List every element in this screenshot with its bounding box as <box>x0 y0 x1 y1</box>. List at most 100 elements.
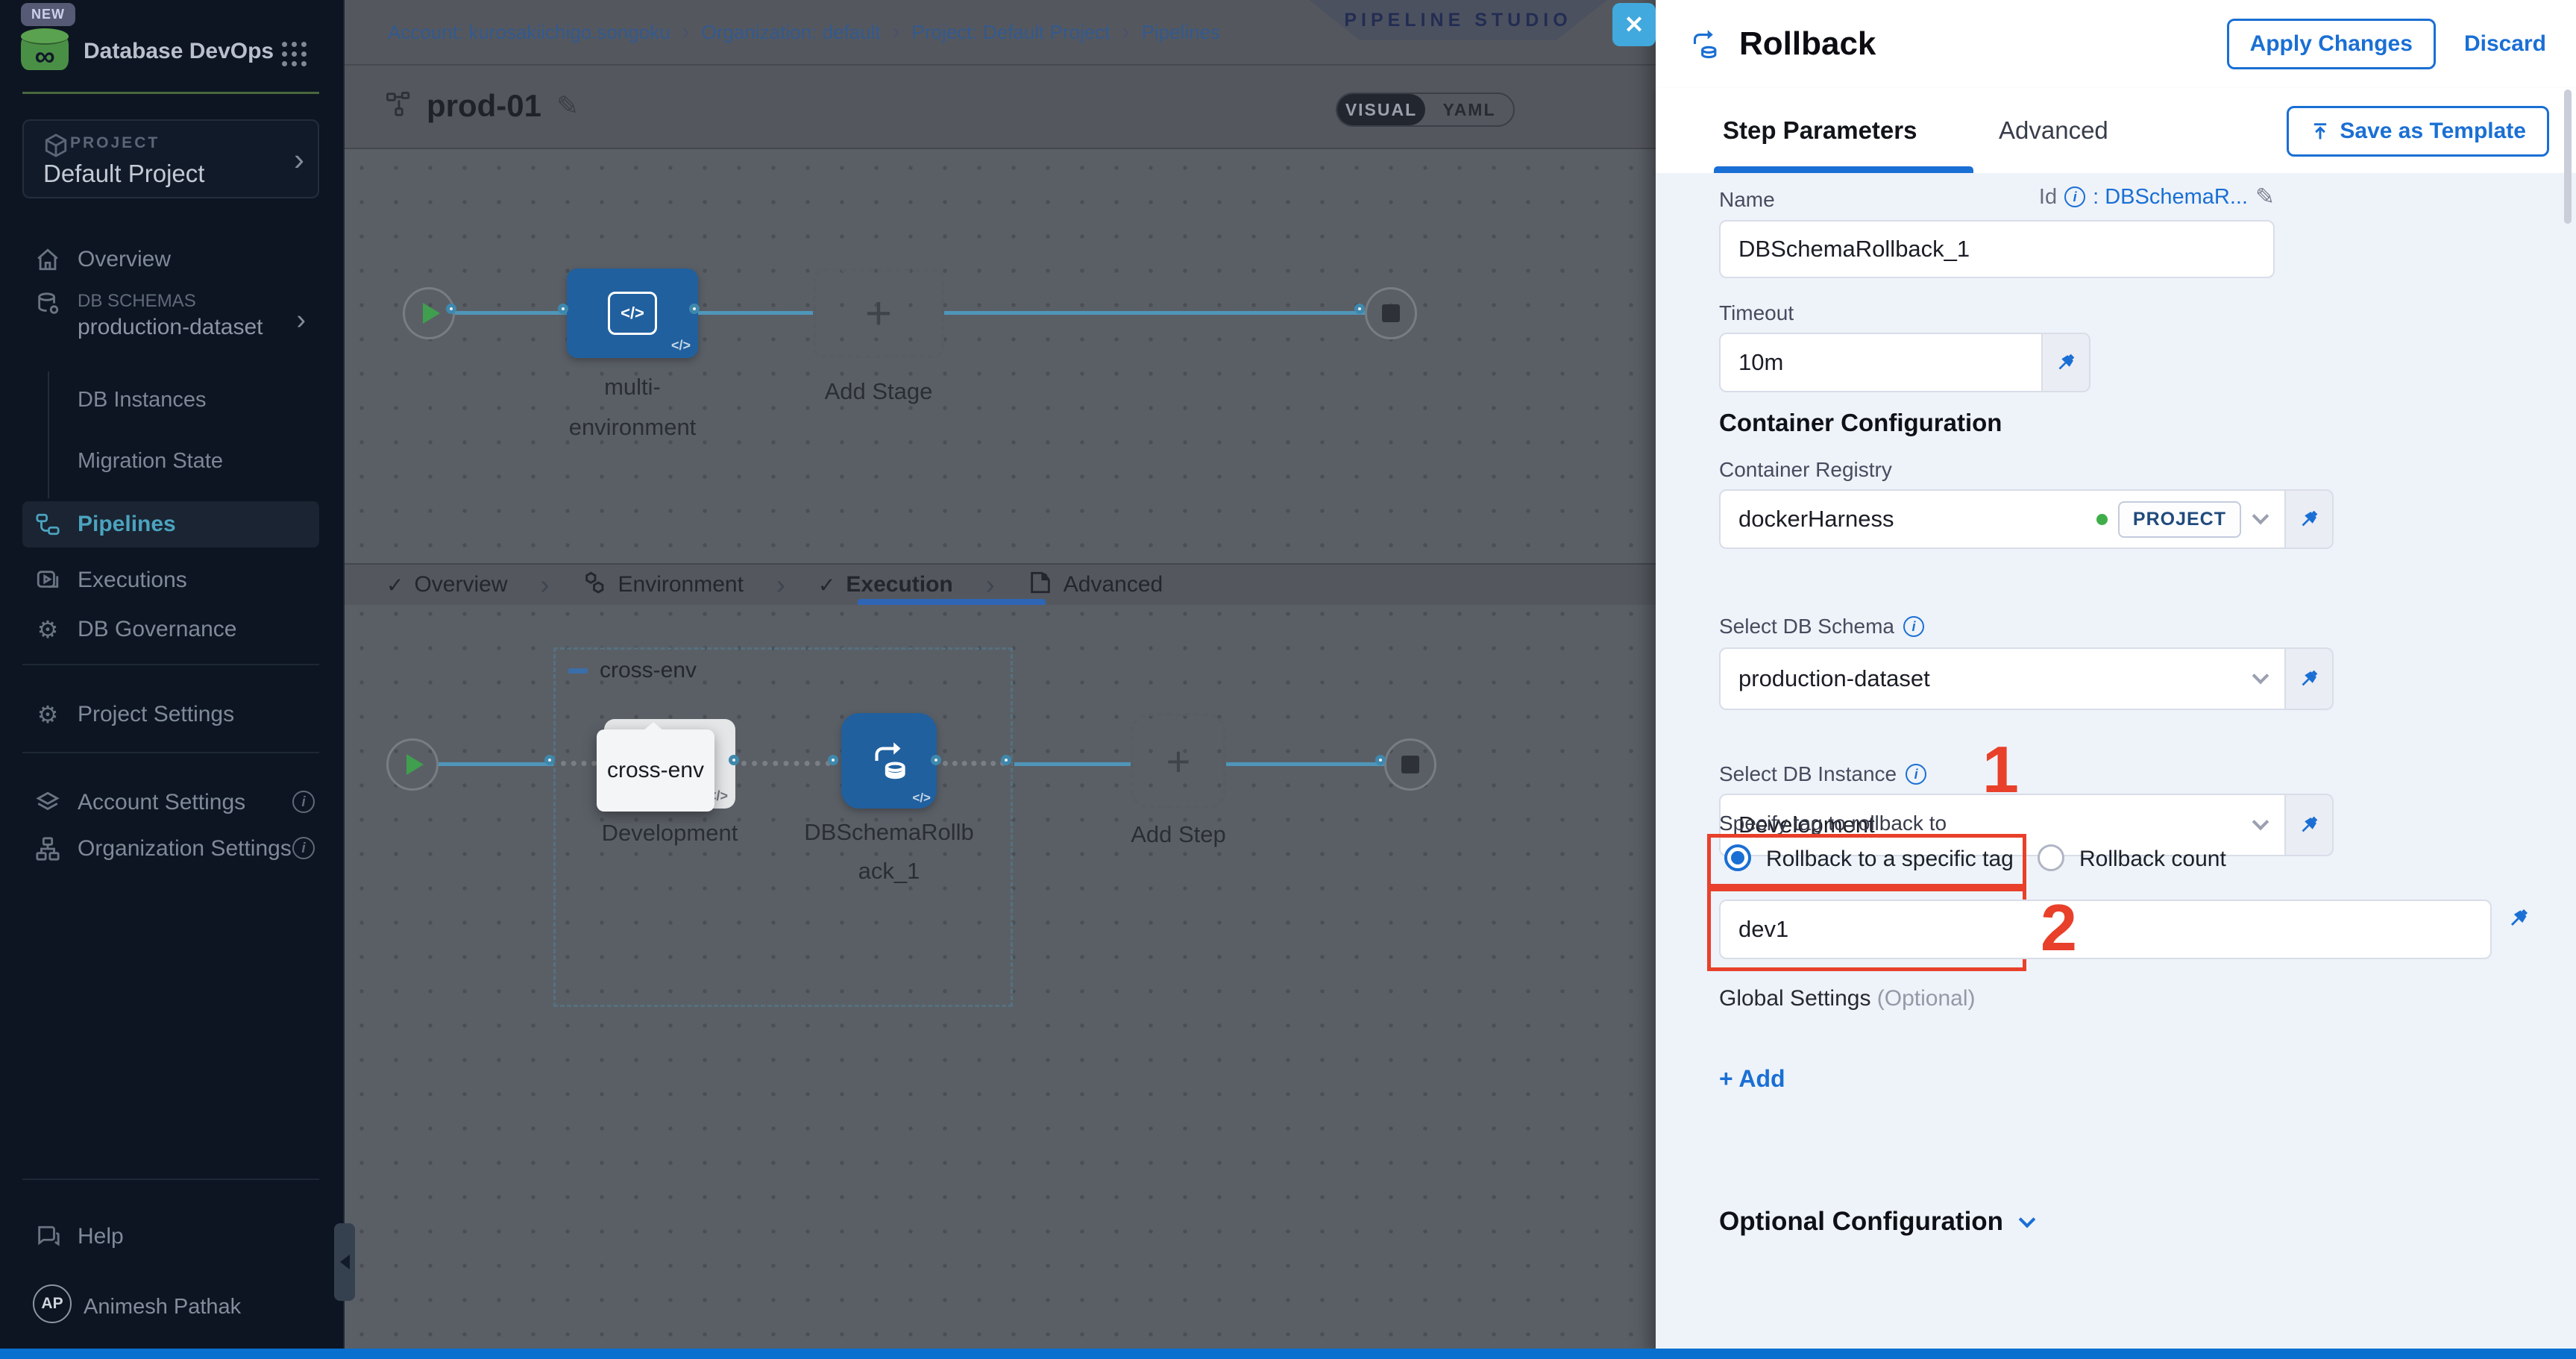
tag-value-input[interactable] <box>1719 900 2492 959</box>
breadcrumb-project[interactable]: Project: Default Project <box>912 21 1110 44</box>
radio-specific-tag[interactable] <box>1724 844 1751 871</box>
tab-advanced[interactable]: Advanced <box>1028 570 1163 600</box>
save-as-template-button[interactable]: Save as Template <box>2287 106 2549 157</box>
dotted-connector <box>943 761 1005 766</box>
select-db-schema-label: Select DB Schemai <box>1719 615 1924 638</box>
tab-advanced-panel[interactable]: Advanced <box>1999 116 2108 145</box>
sidebar-item-help[interactable]: Help <box>22 1214 319 1259</box>
stage-config-tabbar: ✓ Overview › Environment › ✓ Execution › <box>345 563 1656 605</box>
breadcrumb-account[interactable]: Account: kurosakiichigo.songoku <box>388 21 670 44</box>
name-input[interactable] <box>1719 220 2275 278</box>
toggle-visual[interactable]: VISUAL <box>1337 94 1425 125</box>
user-avatar[interactable]: AP <box>33 1284 72 1323</box>
stop-icon <box>1401 756 1419 773</box>
pin-icon <box>2506 906 2531 931</box>
optional-configuration-toggle[interactable]: Optional Configuration <box>1719 1207 2033 1237</box>
container-registry-field[interactable]: dockerHarness PROJECT <box>1719 489 2286 549</box>
sidebar-item-db-schemas[interactable]: DB SCHEMAS production-dataset › <box>22 288 319 351</box>
sidebar-item-organization-settings[interactable]: Organization Settings <box>22 826 319 871</box>
bottom-accent-bar <box>0 1349 2576 1359</box>
connector <box>455 311 567 315</box>
plus-icon: + <box>1166 737 1191 785</box>
toggle-yaml[interactable]: YAML <box>1425 94 1513 125</box>
sidebar-item-account-settings[interactable]: Account Settings <box>22 780 319 825</box>
collapse-minus-icon[interactable] <box>568 668 588 674</box>
port <box>828 755 838 765</box>
chevron-right-icon: › <box>986 569 995 600</box>
breadcrumb-organization[interactable]: Organization: default <box>702 21 881 44</box>
add-step-button[interactable]: + <box>1131 713 1226 809</box>
info-icon[interactable]: i <box>2064 186 2085 207</box>
close-drawer-button[interactable]: ✕ <box>1612 3 1656 46</box>
timeout-pin-button[interactable] <box>2043 333 2090 392</box>
port <box>729 755 739 765</box>
rollback-step-icon <box>864 736 914 785</box>
apply-changes-button[interactable]: Apply Changes <box>2227 19 2436 69</box>
sidebar-item-executions[interactable]: Executions <box>22 558 319 603</box>
breadcrumb-page[interactable]: Pipelines <box>1142 21 1221 44</box>
sidebar-collapse-handle[interactable] <box>334 1223 355 1301</box>
timeout-input[interactable] <box>1719 333 2043 392</box>
pin-icon <box>2054 351 2078 374</box>
sidebar-item-db-instances[interactable]: DB Instances <box>78 388 206 412</box>
cube-icon <box>43 133 69 162</box>
sidebar-item-label: Pipelines <box>78 512 176 537</box>
settings-gear-icon: ⚙ <box>34 701 61 728</box>
tag-pin-button[interactable] <box>2506 906 2531 935</box>
add-stage-button[interactable]: + <box>813 269 944 358</box>
chevron-right-icon: › <box>296 304 306 336</box>
stage-node-multi-environment[interactable]: </> </> <box>567 269 698 358</box>
radio-rollback-count-label[interactable]: Rollback count <box>2079 847 2226 872</box>
annotation-number-2: 2 <box>2041 895 2077 961</box>
sidebar-item-label: Help <box>78 1224 124 1249</box>
edit-pipeline-icon[interactable]: ✎ <box>556 90 579 122</box>
stage-canvas[interactable]: </> </> + multi-environment Add Stage ✓ … <box>345 151 1656 1349</box>
global-settings-label: Global Settings (Optional) <box>1719 986 1976 1011</box>
environment-icon <box>582 570 608 600</box>
tab-step-parameters[interactable]: Step Parameters <box>1723 116 1917 145</box>
radio-specific-tag-label[interactable]: Rollback to a specific tag <box>1766 847 2014 872</box>
sidebar-item-migration-state[interactable]: Migration State <box>78 449 223 474</box>
instance-pin-button[interactable] <box>2286 794 2334 856</box>
step-label-rollback: DBSchemaRollback_1 <box>797 813 981 891</box>
info-icon: i <box>292 791 315 813</box>
info-icon[interactable]: i <box>1906 764 1926 785</box>
database-devops-logo-icon[interactable]: ∞ <box>21 28 69 75</box>
discard-link[interactable]: Discard <box>2464 31 2546 57</box>
registry-pin-button[interactable] <box>2286 489 2334 549</box>
sidebar-item-db-governance[interactable]: ⚙ DB Governance <box>22 607 319 652</box>
visual-yaml-toggle: VISUAL YAML <box>1336 92 1515 127</box>
pipeline-studio-canvas-area: Account: kurosakiichigo.songoku › Organi… <box>345 0 1656 1349</box>
tab-execution[interactable]: ✓ Execution <box>818 572 953 597</box>
group-header[interactable]: cross-env <box>568 658 697 683</box>
timeout-label: Timeout <box>1719 301 1794 325</box>
info-icon[interactable]: i <box>1903 616 1924 637</box>
user-name[interactable]: Animesh Pathak <box>84 1295 241 1319</box>
sidebar-item-label: Executions <box>78 568 187 593</box>
pipeline-graph-icon <box>386 92 412 121</box>
module-grid-icon[interactable] <box>282 42 307 67</box>
dotted-connector <box>741 761 831 766</box>
step-node-dbschemarollback[interactable]: </> <box>841 713 937 809</box>
schema-pin-button[interactable] <box>2286 647 2334 710</box>
sidebar-item-overview[interactable]: Overview <box>22 237 319 282</box>
drawer-tabs: Step Parameters Advanced Save as Templat… <box>1656 88 2576 173</box>
radio-rollback-count[interactable] <box>2038 844 2064 871</box>
connector <box>439 762 553 766</box>
drawer-scrollbar[interactable] <box>2564 90 2572 224</box>
sidebar-item-project-settings[interactable]: ⚙ Project Settings <box>22 692 319 737</box>
db-schema-select[interactable]: production-dataset <box>1719 647 2286 710</box>
sidebar-item-pipelines[interactable]: Pipelines <box>22 501 319 547</box>
project-selector[interactable]: PROJECT Default Project › <box>22 119 319 198</box>
chevron-down-icon <box>2019 1211 2036 1228</box>
tab-overview[interactable]: ✓ Overview <box>386 572 508 597</box>
execution-start-node <box>386 738 439 791</box>
app-title: Database DevOps <box>84 39 274 64</box>
execution-end-node <box>1384 738 1436 791</box>
add-global-setting-link[interactable]: + Add <box>1719 1065 1785 1093</box>
tab-environment[interactable]: Environment <box>582 570 744 600</box>
executions-icon <box>34 567 61 594</box>
edit-id-icon[interactable]: ✎ <box>2255 183 2275 210</box>
layers-icon <box>34 789 61 816</box>
step-parameters-form: Name Id i : DBSchemaR... ✎ Timeout Conta… <box>1656 173 2576 1349</box>
